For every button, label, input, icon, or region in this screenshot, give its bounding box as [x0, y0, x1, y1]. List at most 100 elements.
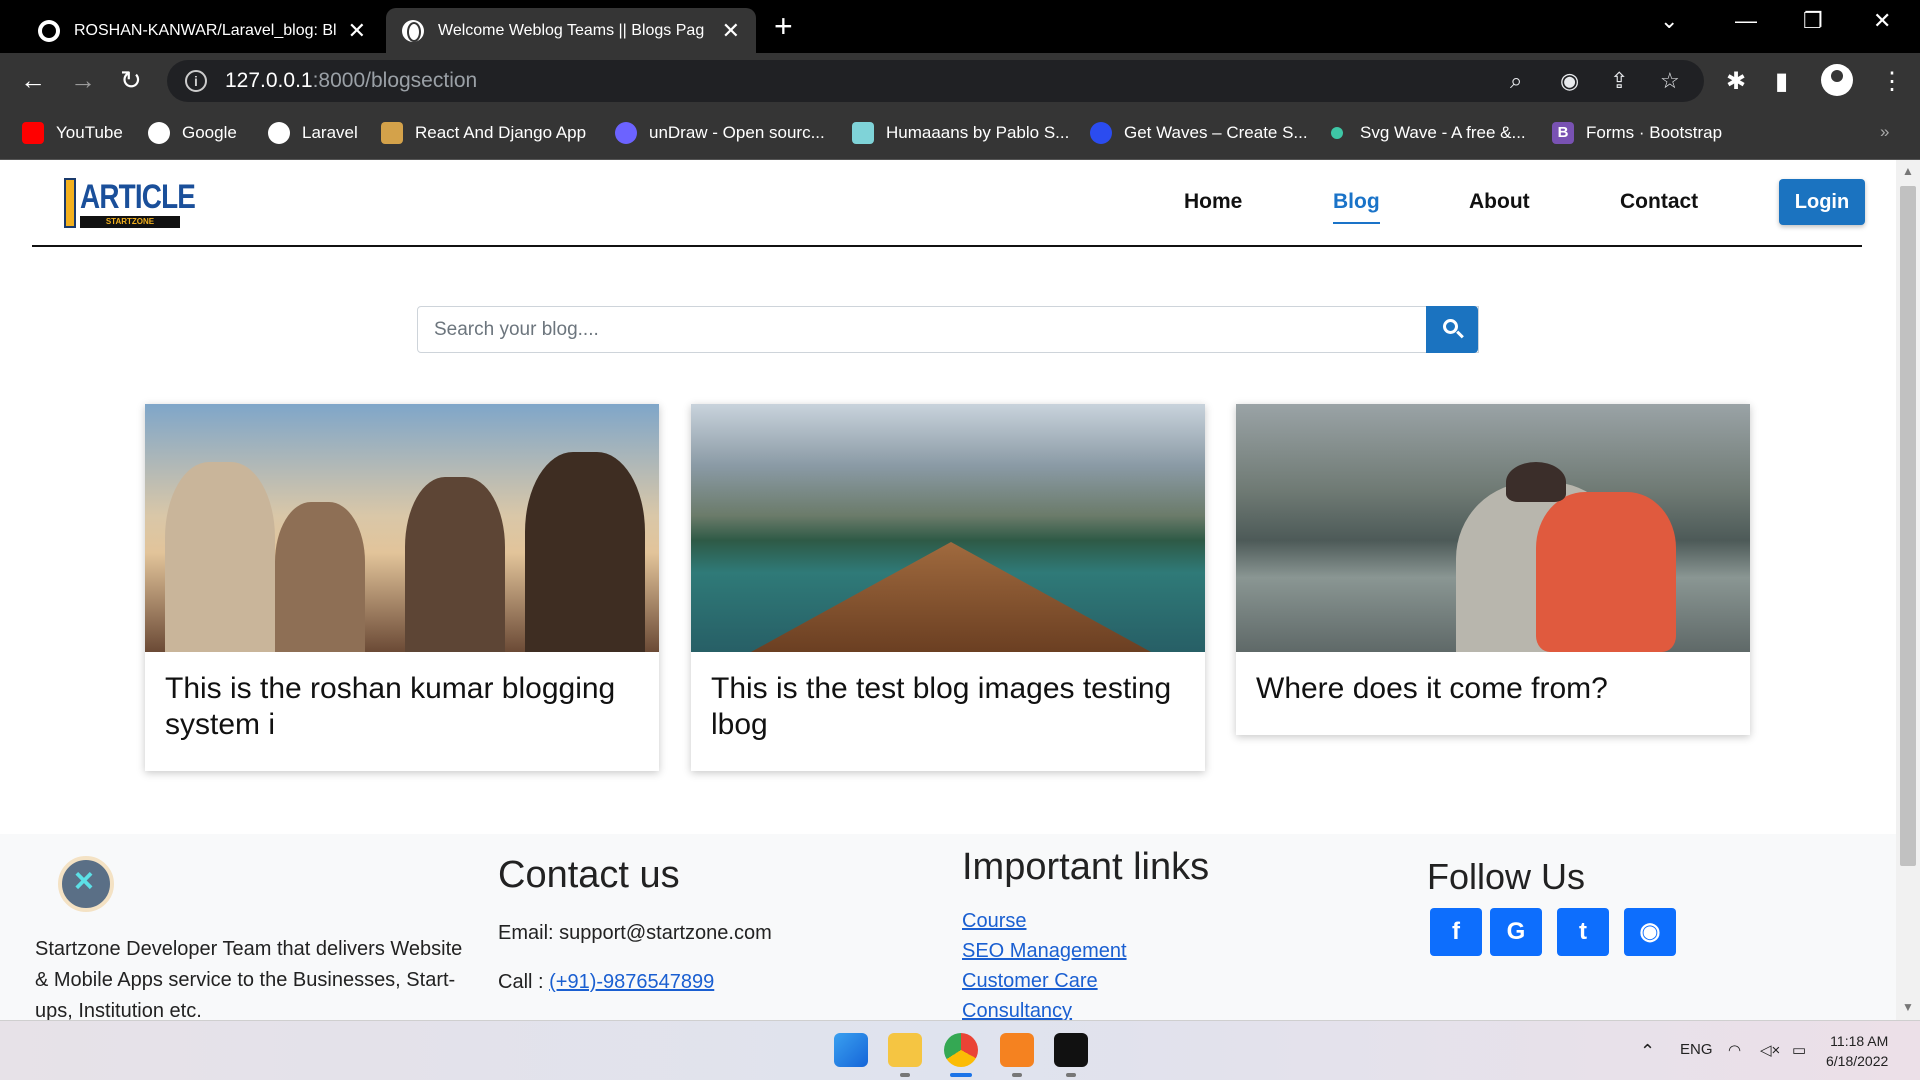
github-icon[interactable]: ◉: [1624, 908, 1676, 956]
link-consultancy[interactable]: Consultancy: [962, 1000, 1072, 1020]
person-silhouette: [405, 477, 505, 652]
volume-muted-icon[interactable]: ◁×: [1760, 1041, 1780, 1059]
xampp-icon[interactable]: [1000, 1033, 1034, 1067]
reload-icon[interactable]: ↻: [120, 65, 142, 95]
search-button[interactable]: [1426, 306, 1478, 353]
tab-title: ROSHAN-KANWAR/Laravel_blog: Bl: [74, 21, 336, 39]
blog-card-image[interactable]: [1236, 404, 1750, 652]
minimize-icon[interactable]: —: [1735, 8, 1757, 34]
blog-card[interactable]: Where does it come from?: [1236, 404, 1750, 735]
battery-icon[interactable]: ▭: [1792, 1041, 1806, 1059]
address-bar[interactable]: i 127.0.0.1:8000/blogsection ⌕ ◉ ⇪ ☆: [167, 60, 1704, 102]
blog-card-image[interactable]: [691, 404, 1205, 652]
forward-icon[interactable]: →: [70, 65, 96, 95]
scroll-up-icon[interactable]: ▲: [1902, 164, 1914, 178]
globe-icon: [268, 122, 290, 144]
logo-subtext: STARTZONE: [80, 216, 180, 228]
new-tab-icon[interactable]: +: [774, 8, 793, 44]
twitter-icon[interactable]: t: [1557, 908, 1609, 956]
share-icon[interactable]: ⇪: [1610, 68, 1628, 94]
blog-card[interactable]: This is the test blog images testing lbo…: [691, 404, 1205, 771]
restore-icon[interactable]: ❐: [1803, 8, 1823, 34]
menu-kebab-icon[interactable]: ⋮: [1880, 67, 1904, 96]
clock-time: 11:18 AM: [1830, 1033, 1889, 1049]
windows-start-icon[interactable]: [834, 1033, 868, 1067]
active-indicator: [950, 1073, 972, 1077]
bookmark-bootstrap[interactable]: B Forms · Bootstrap: [1552, 122, 1722, 144]
bookmark-get-waves[interactable]: Get Waves – Create S...: [1090, 122, 1308, 144]
links-heading: Important links: [962, 846, 1210, 888]
tab-weblog[interactable]: Welcome Weblog Teams || Blogs Pag ✕: [386, 8, 756, 53]
tray-chevron-icon[interactable]: ⌃: [1640, 1041, 1655, 1062]
bookmark-humaaans[interactable]: Humaaans by Pablo S...: [852, 122, 1069, 144]
boat-bow: [751, 542, 1151, 652]
scroll-down-icon[interactable]: ▼: [1902, 1000, 1914, 1014]
bookmark-google[interactable]: Google: [148, 122, 237, 144]
link-customer-care[interactable]: Customer Care: [962, 970, 1098, 993]
scrollbar-thumb[interactable]: [1900, 186, 1916, 866]
close-icon[interactable]: ✕: [722, 18, 740, 44]
phone-link[interactable]: (+91)-9876547899: [549, 971, 714, 993]
nav-home[interactable]: Home: [1184, 190, 1242, 214]
file-explorer-icon[interactable]: [888, 1033, 922, 1067]
blog-card-title[interactable]: This is the test blog images testing lbo…: [691, 652, 1205, 771]
nav-about[interactable]: About: [1469, 190, 1530, 214]
clock-date: 6/18/2022: [1826, 1053, 1889, 1069]
link-seo-management[interactable]: SEO Management: [962, 940, 1127, 963]
chrome-icon[interactable]: [944, 1033, 978, 1067]
link-course[interactable]: Course: [962, 910, 1026, 933]
side-panel-icon[interactable]: ▮: [1775, 67, 1788, 96]
login-button[interactable]: Login: [1779, 179, 1865, 225]
bookmark-label: Forms · Bootstrap: [1586, 123, 1723, 142]
close-icon[interactable]: ✕: [348, 18, 366, 44]
bookmark-svg-wave[interactable]: Svg Wave - A free &...: [1326, 122, 1526, 144]
profile-avatar-icon[interactable]: [1821, 64, 1853, 96]
url-host: 127.0.0.1: [225, 69, 313, 92]
extensions-icon[interactable]: ✱: [1726, 67, 1746, 96]
follow-heading: Follow Us: [1427, 856, 1586, 897]
browser-toolbar: ← → ↻ i 127.0.0.1:8000/blogsection ⌕ ◉ ⇪…: [0, 53, 1920, 108]
search-icon-handle: [1456, 330, 1464, 339]
react-django-icon: [381, 122, 403, 144]
browser-tab-bar: ROSHAN-KANWAR/Laravel_blog: Bl ✕ Welcome…: [0, 0, 1920, 53]
call-label: Call :: [498, 971, 550, 993]
bookmark-label: unDraw - Open sourc...: [649, 123, 825, 142]
bookmark-youtube[interactable]: YouTube: [22, 122, 123, 144]
nav-blog[interactable]: Blog: [1333, 190, 1380, 224]
back-icon[interactable]: ←: [20, 65, 46, 95]
bookmark-react-django[interactable]: React And Django App: [381, 122, 586, 144]
contact-call: Call : (+91)-9876547899: [498, 971, 714, 994]
eye-icon[interactable]: ◉: [1560, 68, 1579, 94]
site-info-icon[interactable]: i: [185, 70, 207, 92]
bookmark-label: Svg Wave - A free &...: [1360, 123, 1526, 142]
url-text[interactable]: 127.0.0.1:8000/blogsection: [225, 69, 477, 93]
wifi-icon[interactable]: ◠: [1728, 1041, 1741, 1059]
facebook-icon[interactable]: f: [1430, 908, 1482, 956]
system-clock[interactable]: 11:18 AM 6/18/2022: [1826, 1031, 1888, 1071]
cap-shape: [1506, 462, 1566, 502]
site-logo[interactable]: ARTICLE STARTZONE: [62, 176, 196, 228]
bookmark-star-icon[interactable]: ☆: [1660, 68, 1680, 94]
blog-card-title[interactable]: This is the roshan kumar blogging system…: [145, 652, 659, 771]
bookmark-undraw[interactable]: unDraw - Open sourc...: [615, 122, 825, 144]
window-close-icon[interactable]: ✕: [1873, 8, 1891, 34]
blog-card[interactable]: This is the roshan kumar blogging system…: [145, 404, 659, 771]
language-indicator[interactable]: ENG: [1680, 1041, 1713, 1058]
tab-github[interactable]: ROSHAN-KANWAR/Laravel_blog: Bl ✕: [22, 8, 382, 53]
page-scrollbar[interactable]: ▲ ▼: [1896, 160, 1920, 1020]
search-input[interactable]: [418, 307, 1478, 352]
contact-email: Email: support@startzone.com: [498, 922, 772, 944]
terminal-icon[interactable]: [1054, 1033, 1088, 1067]
humaaans-icon: [852, 122, 874, 144]
bookmark-label: Google: [182, 123, 237, 142]
bookmarks-overflow-icon[interactable]: »: [1880, 122, 1889, 142]
blog-card-title[interactable]: Where does it come from?: [1236, 652, 1750, 735]
startzone-logo-icon: [58, 856, 114, 912]
nav-contact[interactable]: Contact: [1620, 190, 1698, 214]
bookmark-laravel[interactable]: Laravel: [268, 122, 358, 144]
blog-card-image[interactable]: [145, 404, 659, 652]
google-icon[interactable]: G: [1490, 908, 1542, 956]
bookmark-label: YouTube: [56, 123, 123, 142]
zoom-icon[interactable]: ⌕: [1510, 68, 1522, 94]
tab-search-icon[interactable]: ⌄: [1660, 8, 1678, 34]
